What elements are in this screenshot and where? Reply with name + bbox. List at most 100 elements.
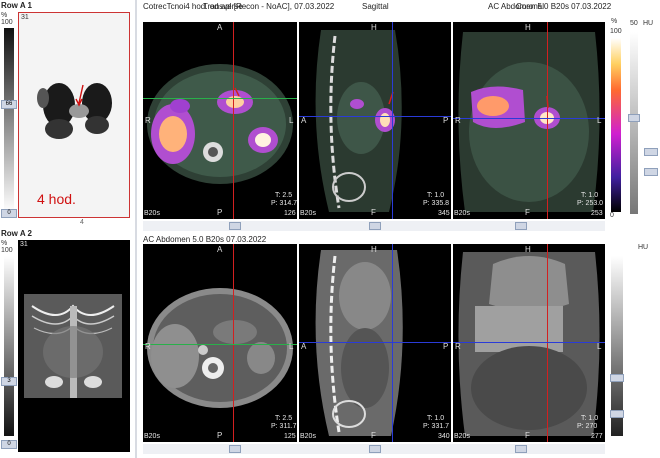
slice-number: 125 — [284, 433, 296, 440]
orient-top: H — [525, 245, 531, 254]
colorbar-right-unit: HU — [643, 20, 654, 27]
crosshair-horizontal[interactable] — [143, 344, 297, 345]
slice-position: P: 311.7 — [271, 423, 297, 430]
column-divider[interactable] — [135, 0, 137, 458]
series-name: B20s — [300, 433, 316, 440]
top-sagittal-viewport[interactable]: H A P F T: 1.0 P: 335.8 B20s 345 — [299, 22, 451, 219]
series-name: B20s — [300, 210, 316, 217]
scale-max: 100 — [1, 247, 13, 254]
slice-number: 126 — [284, 210, 296, 217]
slice-thumb[interactable] — [369, 222, 381, 230]
ct-colorbar — [630, 32, 638, 214]
orient-right: L — [597, 116, 602, 125]
pet-colorbar — [611, 38, 621, 212]
slice-thumb[interactable] — [369, 445, 381, 453]
top-transverse-viewport[interactable]: A R L P T: 2.5 P: 314.7 B20s 126 — [143, 22, 297, 219]
mip-viewport[interactable]: 31 4 hod. — [18, 12, 130, 218]
series-name: B20s — [454, 210, 470, 217]
bottom-slice-scrollbar[interactable] — [143, 444, 605, 454]
slice-position: P: 331.7 — [423, 423, 450, 430]
slice-position: P: 314.7 — [271, 200, 297, 207]
orient-left: R — [145, 342, 151, 351]
orient-top: H — [525, 23, 531, 32]
orient-top: A — [217, 245, 223, 254]
slice-thickness: T: 2.5 — [275, 415, 293, 422]
orient-top: H — [371, 23, 377, 32]
orient-right: P — [443, 342, 449, 351]
orient-right: L — [289, 342, 294, 351]
slice-thumb[interactable] — [515, 445, 527, 453]
ct-topogram-viewport[interactable]: 31 — [18, 240, 130, 452]
series-name: B20s — [454, 433, 470, 440]
top-coronal-viewport[interactable]: H R L F T: 1.0 P: 253.0 B20s 253 — [453, 22, 605, 219]
colorbar-right-top: 50 — [630, 20, 638, 27]
scale-mid-thumb[interactable]: 66 — [1, 100, 17, 109]
scale-min-thumb[interactable]: 0 — [1, 209, 17, 218]
top-transverse-image — [147, 64, 293, 184]
slice-number: 277 — [591, 433, 603, 440]
slice-thickness: T: 1.0 — [581, 192, 599, 199]
view-title: Sagittal — [362, 2, 389, 11]
top-sagittal-image — [315, 30, 402, 212]
orient-bottom: F — [371, 208, 376, 217]
crosshair-vertical[interactable] — [392, 244, 393, 442]
bottom-series-label: AC Abdomen 5.0 B20s 07.03.2022 — [143, 235, 267, 244]
orient-bottom: P — [217, 208, 223, 217]
slice-thumb[interactable] — [229, 222, 241, 230]
orient-top: H — [371, 245, 377, 254]
crosshair-vertical[interactable] — [233, 244, 234, 442]
crosshair-vertical[interactable] — [547, 244, 548, 442]
colorbar-min: 0 — [610, 212, 614, 219]
slice-thickness: T: 1.0 — [581, 415, 599, 422]
slice-thumb[interactable] — [515, 222, 527, 230]
orient-bottom: F — [371, 431, 376, 440]
crosshair-vertical[interactable] — [233, 22, 234, 219]
row-a1-bottom-mark: 4 — [80, 219, 84, 226]
crosshair-horizontal[interactable] — [299, 342, 451, 343]
series-name: B20s — [144, 433, 160, 440]
view-title: Coronal — [516, 2, 545, 11]
slice-thickness: T: 1.0 — [427, 415, 445, 422]
mip-image — [37, 83, 112, 139]
crosshair-horizontal[interactable] — [453, 342, 605, 343]
slice-number: 253 — [591, 210, 603, 217]
window-width-thumb[interactable] — [644, 148, 658, 156]
crosshair-horizontal[interactable] — [143, 98, 297, 99]
orient-left: A — [301, 116, 307, 125]
view-title-sagittal: Sagittal — [362, 2, 389, 11]
slice-thumb[interactable] — [229, 445, 241, 453]
crosshair-horizontal[interactable] — [299, 116, 451, 117]
gray-colorbar — [4, 28, 14, 212]
bottom-sagittal-viewport[interactable]: H A P F T: 1.0 P: 331.7 B20s 340 — [299, 244, 451, 442]
row-a1-scale[interactable]: % 100 66 0 — [1, 12, 17, 218]
orient-right: L — [597, 342, 602, 351]
crosshair-horizontal[interactable] — [453, 118, 605, 119]
view-title-transverse: Transverse — [203, 2, 243, 11]
scale-min-thumb[interactable]: 0 — [1, 440, 17, 449]
window-level-thumb[interactable] — [610, 374, 624, 382]
orient-bottom: F — [525, 208, 530, 217]
bottom-transverse-viewport[interactable]: A R L P T: 2.5 P: 311.7 B20s 125 — [143, 244, 297, 442]
row-a1-title: Row A 1 — [1, 1, 32, 10]
bottom-coronal-viewport[interactable]: H R L F T: 1.0 P: 270 B20s 277 — [453, 244, 605, 442]
slice-position: P: 335.8 — [423, 200, 450, 207]
orient-left: R — [455, 342, 461, 351]
orient-bottom: F — [525, 431, 530, 440]
window-width-thumb[interactable] — [610, 410, 624, 418]
colorbar-unit: % — [611, 18, 618, 25]
scale-mid-thumb[interactable]: 3 — [1, 377, 17, 386]
row-a2-title: Row A 2 — [1, 229, 32, 238]
colorbar-max: 100 — [610, 28, 622, 35]
orient-top: A — [217, 23, 223, 32]
top-colorbar-panel[interactable]: % 100 0 50 HU — [608, 18, 658, 220]
crosshair-vertical[interactable] — [547, 22, 548, 219]
row-a2-scale[interactable]: % 100 3 0 — [1, 240, 17, 450]
slice-position: P: 253.0 — [577, 200, 604, 207]
bottom-colorbar-panel[interactable]: HU — [608, 244, 658, 442]
top-slice-scrollbar[interactable] — [143, 221, 605, 231]
topogram-image — [24, 294, 122, 398]
threshold-thumb[interactable] — [644, 168, 658, 176]
window-level-thumb[interactable] — [628, 114, 640, 122]
crosshair-vertical[interactable] — [392, 22, 393, 219]
top-coronal-image — [458, 32, 600, 212]
